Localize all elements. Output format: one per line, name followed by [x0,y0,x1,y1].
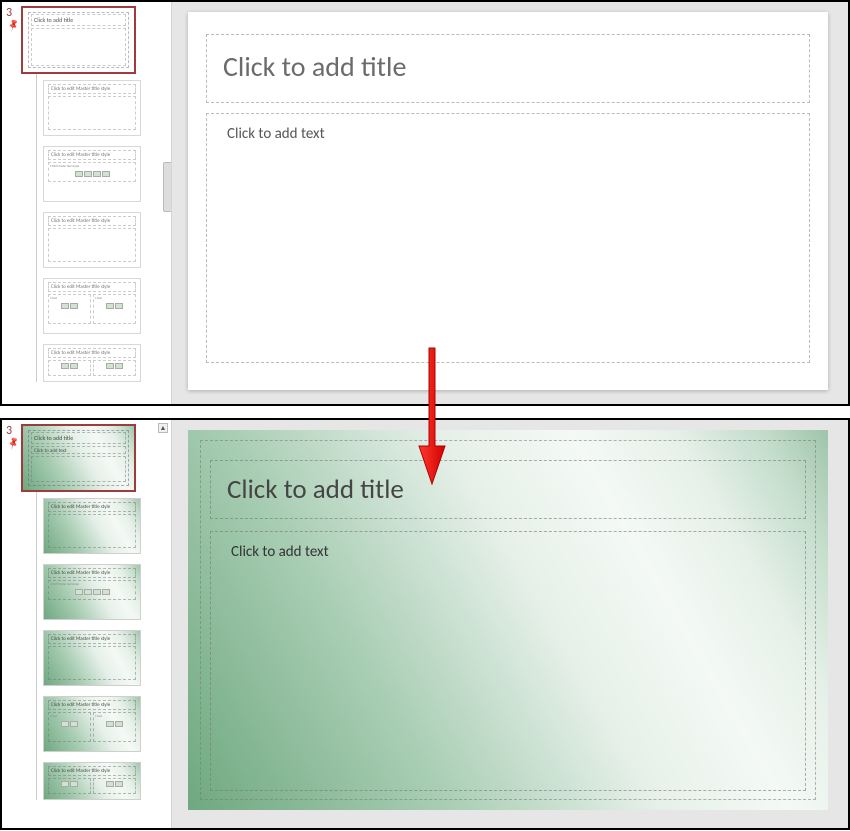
layout-title: Click to edit Master title style [48,282,136,292]
layout-thumbnail[interactable]: Click to edit Master title style [43,630,141,686]
body-placeholder[interactable]: Click to add text [210,531,806,791]
title-placeholder[interactable]: Click to add title [206,34,810,103]
master-thumb-title: Click to add title [31,432,126,444]
layout-thumbnail[interactable]: Click to edit Master title style • text … [43,278,141,334]
layout-thumbnail[interactable]: Click to edit Master title style • Edit … [43,564,141,620]
master-thumb-body [31,456,126,482]
layout-thumbnail[interactable]: Click to edit Master title style [43,498,141,554]
layout-title: Click to edit Master title style [48,150,136,160]
layout-thumbnails: Click to edit Master title style Click t… [36,74,165,382]
body-placeholder[interactable]: Click to add text [206,113,810,363]
master-thumb-sub: Click to add text [31,446,126,454]
layout-title: Click to edit Master title style [48,766,136,776]
layout-title: Click to edit Master title style [48,216,136,226]
layout-thumbnail[interactable]: Click to edit Master title style [43,344,141,382]
layout-body [48,228,136,262]
layout-title: Click to edit Master title style [48,568,136,578]
layout-title: Click to edit Master title style [48,502,136,512]
body-placeholder-text: Click to add text [231,543,329,561]
scroll-up-button[interactable]: ▲ [158,423,168,433]
layout-body: • Edit Master text styles [48,162,136,182]
slide-stage[interactable]: Click to add title Click to add text [172,2,848,404]
layout-two-content [48,778,136,794]
master-thumb-body [31,28,126,66]
pin-icon: 📌 [6,18,21,33]
slide-canvas[interactable]: Click to add title Click to add text [188,12,828,390]
layout-thumbnail[interactable]: Click to edit Master title style [43,762,141,800]
panel-before: 3 📌 Click to add title Click to edit Mas… [0,0,850,406]
slide-master-panel[interactable]: ▲ 3 📌 Click to add title Click to add te… [2,420,172,828]
scrollbar-thumb[interactable] [163,162,172,212]
title-placeholder[interactable]: Click to add title [210,460,806,519]
master-thumb-title: Click to add title [31,14,126,26]
layout-title: Click to edit Master title style [48,348,136,358]
layout-body: • Edit Master text styles [48,580,136,600]
master-thumbnail-selected[interactable]: Click to add title [21,6,136,74]
layout-two-content [48,360,136,376]
layout-two-content: • text • text [48,294,136,324]
title-placeholder-text: Click to add title [223,49,406,84]
layout-body [48,514,136,548]
layout-body [48,646,136,680]
layout-thumbnail[interactable]: Click to edit Master title style • text … [43,696,141,752]
layout-thumbnail[interactable]: Click to edit Master title style • Edit … [43,146,141,202]
panel-after: ▲ 3 📌 Click to add title Click to add te… [0,418,850,830]
layout-title: Click to edit Master title style [48,634,136,644]
body-placeholder-text: Click to add text [227,125,325,143]
layout-thumbnail[interactable]: Click to edit Master title style [43,80,141,136]
pin-icon: 📌 [6,436,21,451]
layout-thumbnail[interactable]: Click to edit Master title style [43,212,141,268]
layout-body [48,96,136,130]
master-thumbnail-selected[interactable]: Click to add title Click to add text [21,424,136,492]
slide-master-panel[interactable]: 3 📌 Click to add title Click to edit Mas… [2,2,172,404]
layout-two-content: • text • text [48,712,136,742]
slide-stage[interactable]: Click to add title Click to add text [172,420,848,828]
layout-thumbnails: Click to edit Master title style Click t… [36,492,165,800]
layout-title: Click to edit Master title style [48,84,136,94]
title-placeholder-text: Click to add title [227,473,404,506]
layout-title: Click to edit Master title style [48,700,136,710]
slide-canvas[interactable]: Click to add title Click to add text [188,430,828,810]
